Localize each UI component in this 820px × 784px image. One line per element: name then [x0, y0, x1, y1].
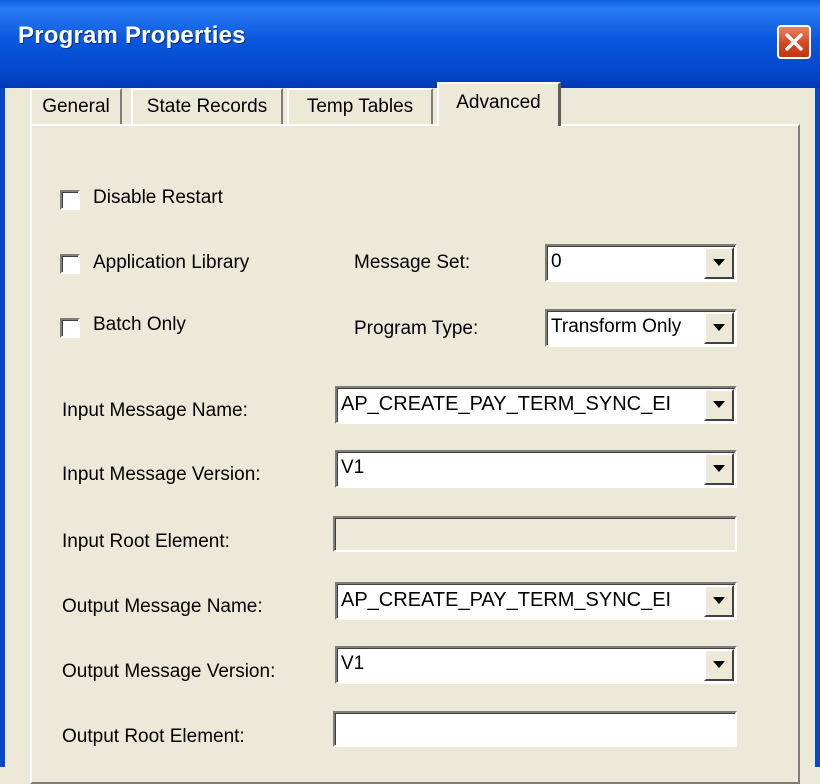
message-set-combo[interactable]: 0 [545, 244, 737, 282]
batch-only-checkbox[interactable] [60, 318, 80, 338]
close-icon [785, 33, 803, 51]
window-title: Program Properties [18, 22, 246, 49]
tab-label: General [42, 96, 110, 117]
message-set-dropdown-button[interactable] [704, 247, 734, 279]
output-root-element-label: Output Root Element: [62, 726, 245, 747]
application-library-label: Application Library [93, 252, 250, 273]
window-border-left [0, 88, 5, 767]
chevron-down-icon [713, 597, 725, 604]
program-type-dropdown-button[interactable] [704, 312, 734, 344]
output-message-version-value: V1 [341, 653, 365, 674]
batch-only-label: Batch Only [93, 314, 186, 335]
chevron-down-icon [713, 465, 725, 472]
program-type-label: Program Type: [354, 318, 479, 339]
application-library-checkbox[interactable] [60, 254, 80, 274]
tab-label: State Records [146, 96, 268, 117]
tab-label: Temp Tables [306, 96, 414, 117]
input-message-version-value: V1 [341, 457, 365, 478]
output-message-version-dropdown-button[interactable] [704, 649, 734, 681]
chevron-down-icon [713, 401, 725, 408]
input-message-name-value: AP_CREATE_PAY_TERM_SYNC_EI [341, 393, 672, 415]
window-border-right [815, 88, 820, 767]
output-root-element-field[interactable] [333, 711, 737, 747]
input-message-name-combo[interactable]: AP_CREATE_PAY_TERM_SYNC_EI [335, 386, 737, 424]
output-message-version-label: Output Message Version: [62, 661, 276, 682]
output-message-name-dropdown-button[interactable] [704, 585, 734, 617]
output-message-name-label: Output Message Name: [62, 596, 263, 617]
chevron-down-icon [713, 259, 725, 266]
disable-restart-checkbox[interactable] [60, 190, 80, 210]
disable-restart-label: Disable Restart [93, 187, 223, 208]
output-message-name-value: AP_CREATE_PAY_TERM_SYNC_EI [341, 589, 672, 611]
tab-general[interactable]: General [30, 88, 122, 124]
input-message-name-dropdown-button[interactable] [704, 389, 734, 421]
input-message-version-combo[interactable]: V1 [335, 450, 737, 488]
tab-label: Advanced [456, 92, 541, 113]
title-bar[interactable]: Program Properties [0, 0, 820, 88]
tab-state-records[interactable]: State Records [131, 88, 283, 124]
message-set-label: Message Set: [354, 252, 471, 273]
program-type-value: Transform Only [551, 316, 682, 337]
output-message-version-combo[interactable]: V1 [335, 646, 737, 684]
output-message-name-combo[interactable]: AP_CREATE_PAY_TERM_SYNC_EI [335, 582, 737, 620]
message-set-value: 0 [551, 251, 562, 272]
input-root-element-field [333, 516, 737, 552]
chevron-down-icon [713, 661, 725, 668]
chevron-down-icon [713, 324, 725, 331]
tab-advanced[interactable]: Advanced [437, 82, 561, 126]
input-message-version-label: Input Message Version: [62, 464, 261, 485]
input-message-version-dropdown-button[interactable] [704, 453, 734, 485]
program-type-combo[interactable]: Transform Only [545, 309, 737, 347]
input-root-element-label: Input Root Element: [62, 531, 230, 552]
tab-temp-tables[interactable]: Temp Tables [287, 88, 433, 124]
close-button[interactable] [777, 25, 811, 59]
input-message-name-label: Input Message Name: [62, 400, 248, 421]
